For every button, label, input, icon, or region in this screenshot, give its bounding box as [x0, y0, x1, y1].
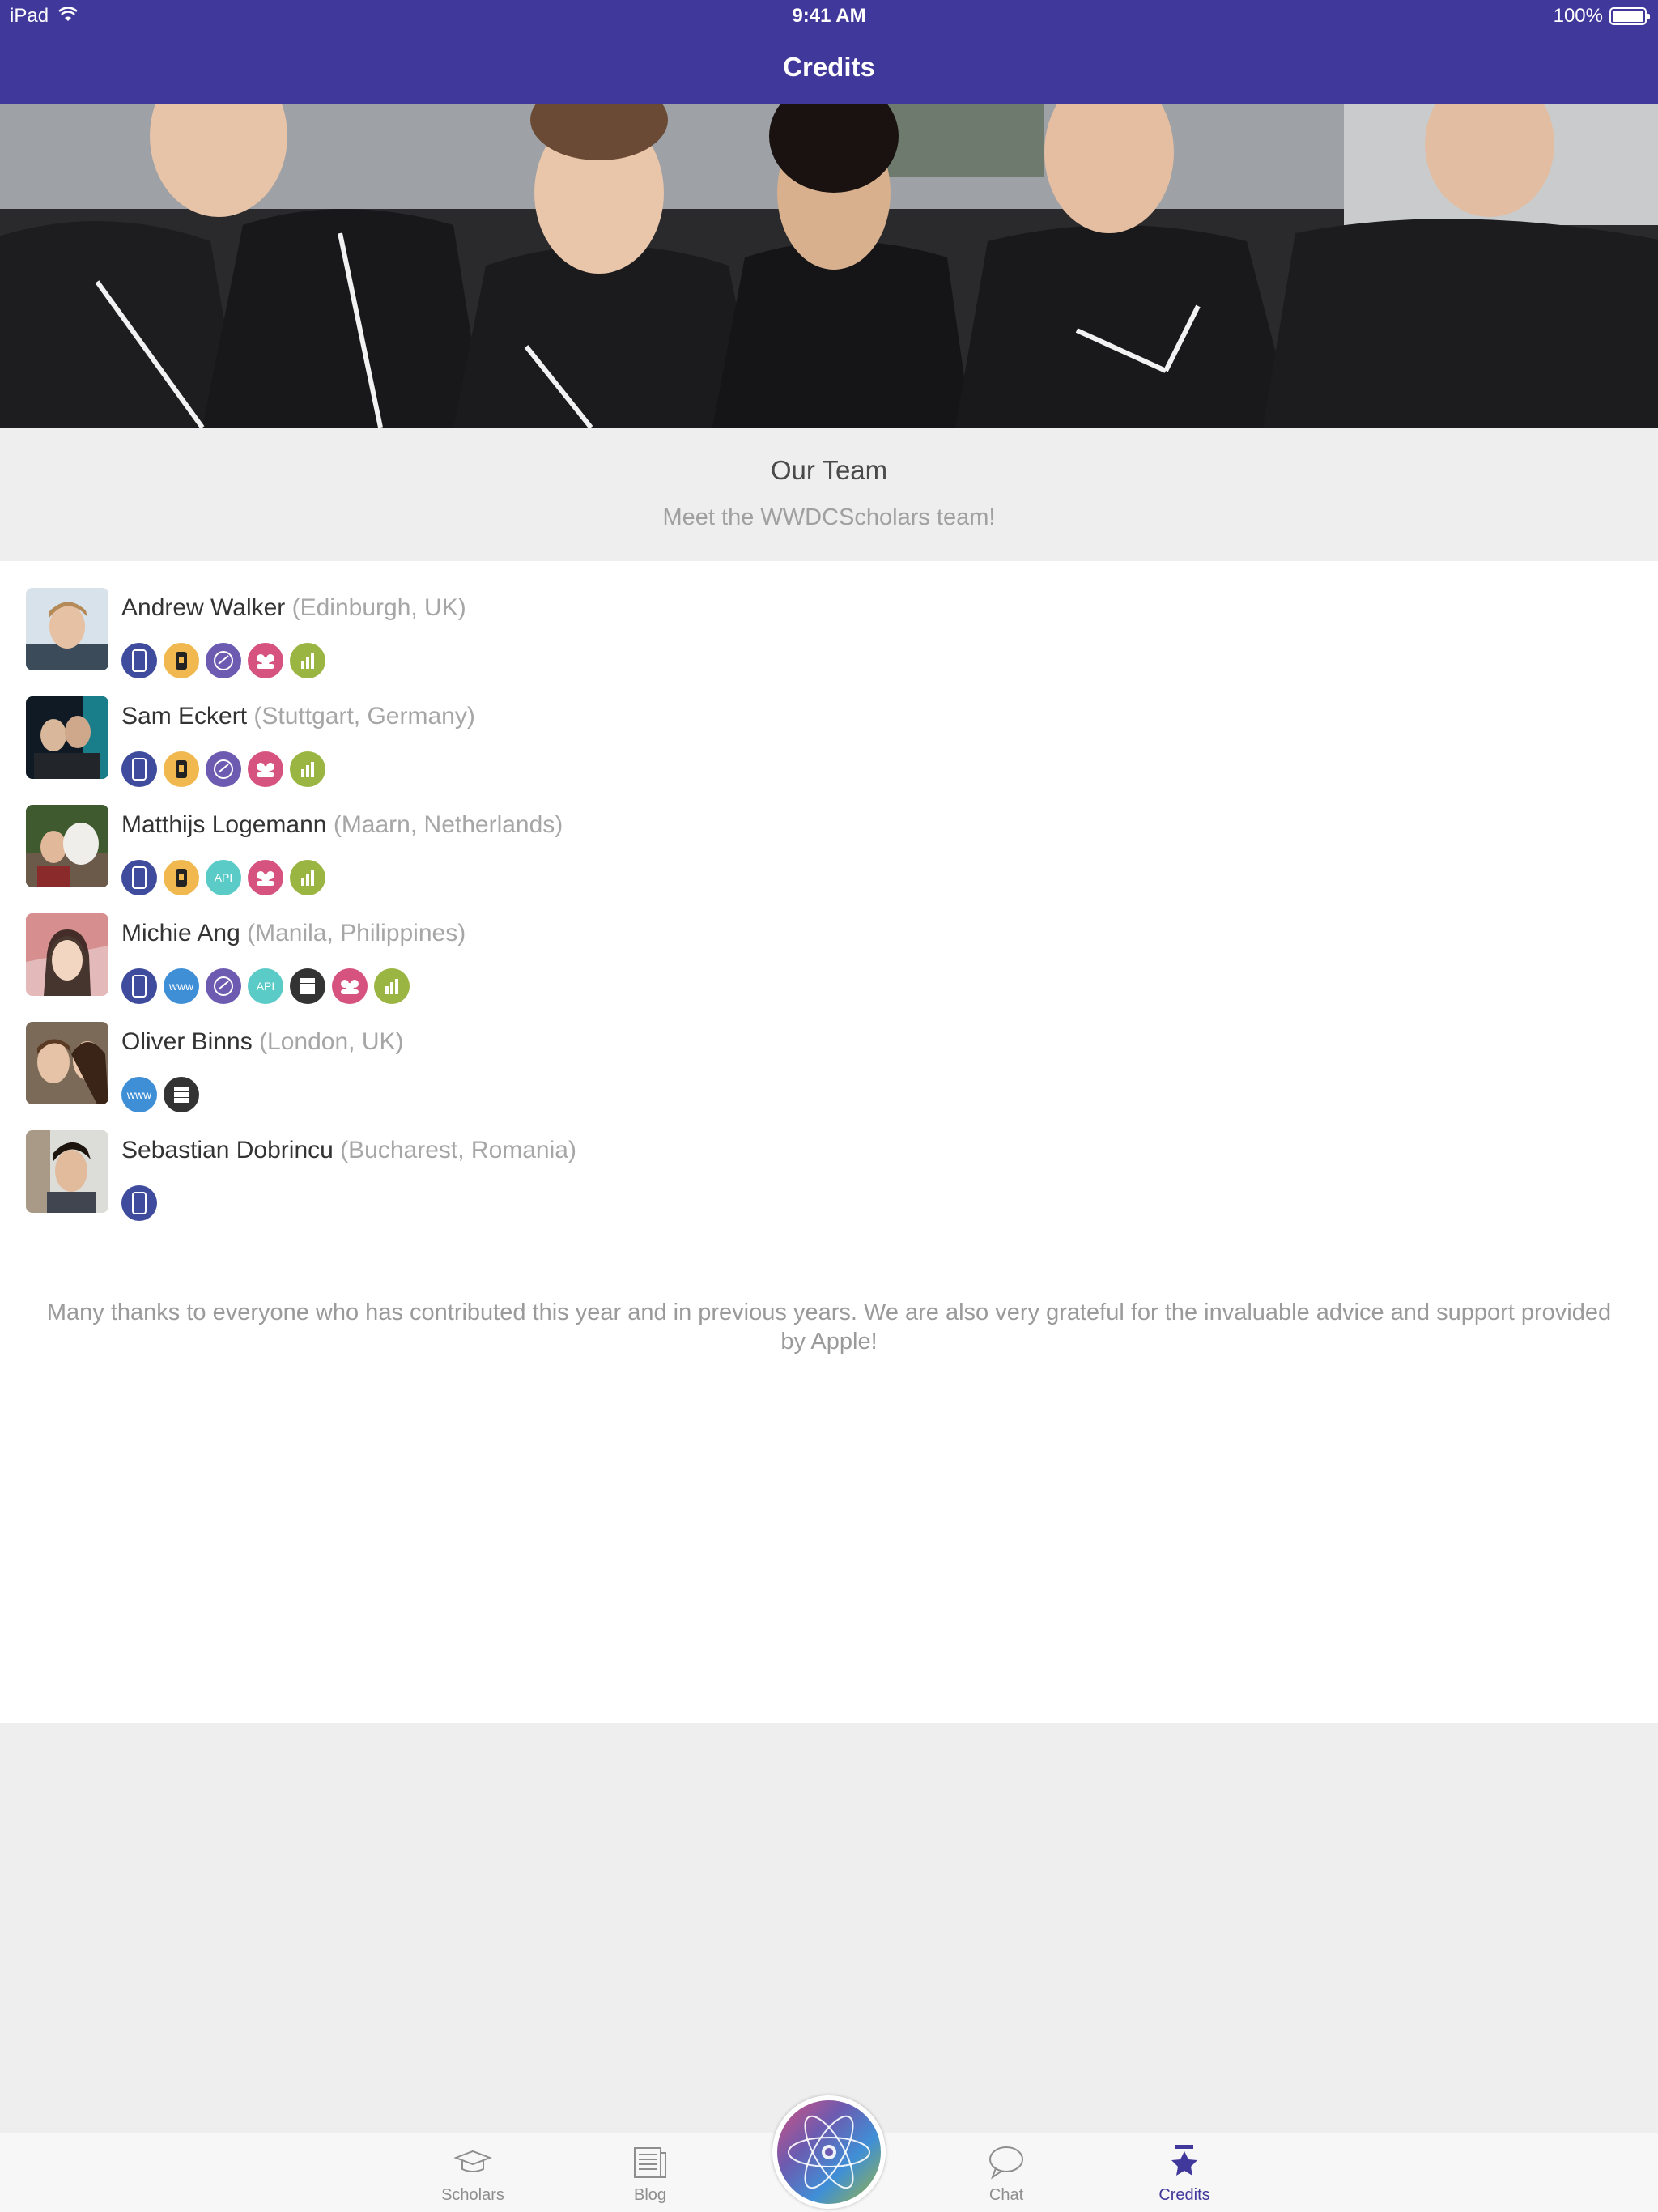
tab-credits[interactable]: Credits	[1128, 2133, 1241, 2212]
watch-app-icon	[164, 751, 199, 787]
watch-app-icon	[164, 643, 199, 678]
api-icon: API	[206, 860, 241, 895]
design-icon	[206, 643, 241, 678]
chat-bubble-icon	[989, 2146, 1023, 2180]
avatar	[26, 805, 108, 887]
team-member-row[interactable]: Sebastian Dobrincu (Bucharest, Romania)	[26, 1130, 1629, 1221]
web-icon-label: www	[168, 980, 194, 993]
member-name: Sam Eckert	[121, 703, 248, 730]
graduation-cap-icon	[453, 2150, 492, 2172]
ios-app-icon	[121, 968, 157, 1004]
tab-scholars[interactable]: Scholars	[416, 2133, 529, 2212]
tab-label: Scholars	[441, 2186, 504, 2204]
page-title: Credits	[783, 52, 875, 82]
thanks-message: Many thanks to everyone who has contribu…	[46, 1300, 1612, 1355]
server-icon	[290, 968, 325, 1004]
team-member-row[interactable]: Sam Eckert (Stuttgart, Germany)	[26, 696, 1629, 787]
ios-app-icon	[121, 860, 157, 895]
design-icon	[206, 751, 241, 787]
tab-chat[interactable]: Chat	[950, 2133, 1063, 2212]
battery-percent: 100%	[1553, 5, 1603, 27]
web-icon: www	[164, 968, 199, 1004]
member-location: (Stuttgart, Germany)	[253, 703, 475, 730]
member-name-line: Andrew Walker (Edinburgh, UK)	[121, 594, 466, 622]
analytics-icon	[290, 751, 325, 787]
member-name-line: Oliver Binns (London, UK)	[121, 1028, 404, 1056]
role-badges	[121, 751, 325, 787]
watch-app-icon	[164, 860, 199, 895]
member-location: (Bucharest, Romania)	[340, 1137, 576, 1163]
team-photo	[0, 104, 1658, 428]
center-action-button[interactable]	[772, 2095, 886, 2209]
member-name-line: Michie Ang (Manila, Philippines)	[121, 920, 466, 947]
status-time: 9:41 AM	[792, 5, 866, 27]
server-icon	[164, 1077, 199, 1112]
analytics-icon	[290, 860, 325, 895]
ios-app-icon	[121, 751, 157, 787]
tab-label: Blog	[633, 2186, 667, 2204]
tab-blog[interactable]: Blog	[593, 2133, 707, 2212]
team-member-row[interactable]: Andrew Walker (Edinburgh, UK)	[26, 588, 1629, 678]
ios-app-icon	[121, 1185, 157, 1221]
member-location: (Edinburgh, UK)	[291, 594, 466, 621]
member-name: Oliver Binns	[121, 1028, 253, 1055]
web-icon: www	[121, 1077, 157, 1112]
web-icon-label: www	[126, 1088, 152, 1101]
community-icon	[248, 751, 283, 787]
status-right: 100%	[1553, 5, 1650, 28]
api-icon-label: API	[256, 980, 275, 993]
role-badges	[121, 643, 325, 678]
role-badges: www API	[121, 968, 410, 1004]
section-subtitle: Meet the WWDCScholars team!	[662, 504, 996, 530]
role-badges: API	[121, 860, 325, 895]
community-icon	[332, 968, 368, 1004]
atom-logo-icon	[777, 2100, 881, 2204]
member-name-line: Matthijs Logemann (Maarn, Netherlands)	[121, 811, 563, 839]
status-bar: iPad 9:41 AM 100%	[0, 0, 1658, 32]
avatar	[26, 1130, 108, 1213]
analytics-icon	[290, 643, 325, 678]
member-location: (Manila, Philippines)	[247, 920, 466, 946]
navigation-header: iPad 9:41 AM 100% Credits	[0, 0, 1658, 104]
avatar	[26, 588, 108, 670]
member-name: Andrew Walker	[121, 594, 286, 621]
tab-label: Credits	[1158, 2186, 1210, 2204]
section-title: Our Team	[770, 455, 888, 485]
member-name-line: Sam Eckert (Stuttgart, Germany)	[121, 703, 475, 730]
team-section-header: Our Team Meet the WWDCScholars team!	[0, 428, 1658, 561]
community-icon	[248, 643, 283, 678]
member-name: Matthijs Logemann	[121, 811, 327, 838]
avatar	[26, 696, 108, 779]
role-badges	[121, 1185, 157, 1221]
member-name-line: Sebastian Dobrincu (Bucharest, Romania)	[121, 1137, 576, 1164]
analytics-icon	[374, 968, 410, 1004]
tab-label: Chat	[988, 2186, 1024, 2204]
api-icon-label: API	[214, 871, 233, 884]
ios-app-icon	[121, 643, 157, 678]
team-member-row[interactable]: Oliver Binns (London, UK) www	[26, 1022, 1629, 1112]
member-name: Sebastian Dobrincu	[121, 1137, 334, 1163]
team-member-row[interactable]: Matthijs Logemann (Maarn, Netherlands) A…	[26, 805, 1629, 895]
team-member-row[interactable]: Michie Ang (Manila, Philippines) www API	[26, 913, 1629, 1004]
battery-icon	[1609, 7, 1650, 25]
avatar	[26, 913, 108, 996]
api-icon: API	[248, 968, 283, 1004]
design-icon	[206, 968, 241, 1004]
medal-star-icon	[1171, 2145, 1197, 2176]
newspaper-icon	[634, 2147, 666, 2178]
team-list: Andrew Walker (Edinburgh, UK) Sam Eckert…	[0, 561, 1658, 1723]
member-location: (London, UK)	[259, 1028, 404, 1055]
member-name: Michie Ang	[121, 920, 240, 946]
community-icon	[248, 860, 283, 895]
role-badges: www	[121, 1077, 199, 1112]
member-location: (Maarn, Netherlands)	[333, 811, 563, 838]
avatar	[26, 1022, 108, 1104]
